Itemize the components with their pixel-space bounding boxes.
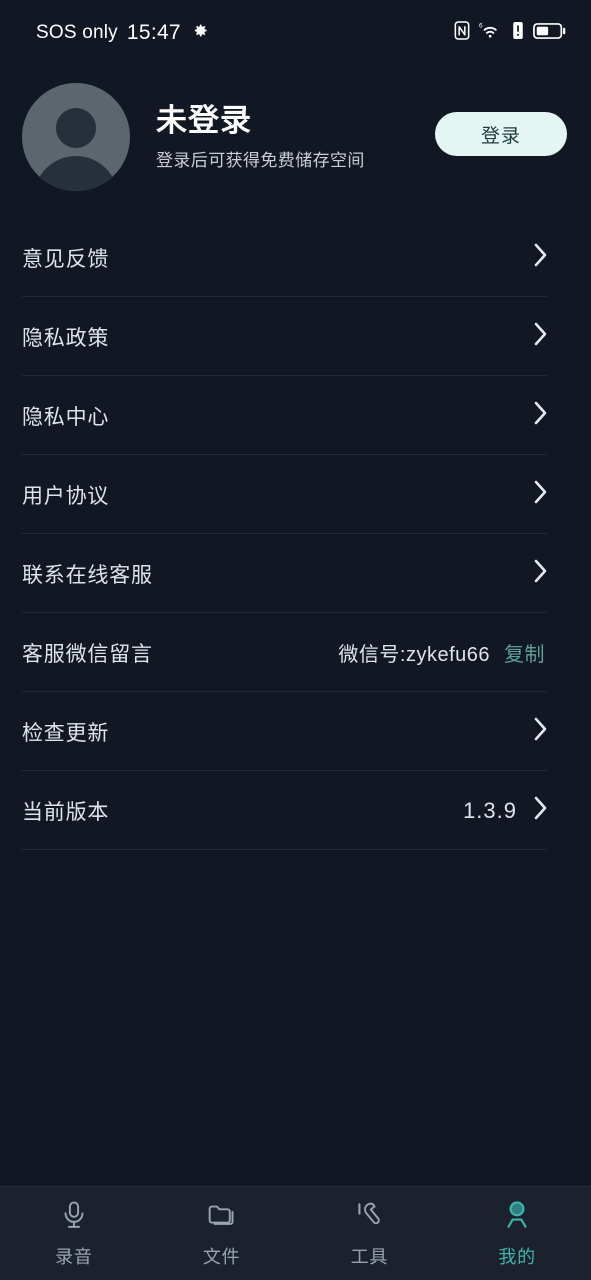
chevron-right-icon	[533, 400, 549, 431]
login-button[interactable]: 登录	[435, 112, 567, 156]
menu-row-user-agreement[interactable]: 用户协议	[22, 455, 569, 534]
svg-text:6: 6	[479, 23, 483, 30]
settings-menu-list: 意见反馈 隐私政策 隐私中心 用户协议 联系在线客服 客服微信留言 微信号:zy…	[0, 218, 591, 850]
microphone-icon	[58, 1199, 90, 1236]
menu-row-label: 用户协议	[22, 484, 110, 508]
battery-icon	[533, 22, 567, 45]
copy-button[interactable]: 复制	[504, 638, 545, 667]
profile-text-block: 未登录 登录后可获得免费储存空间	[156, 103, 435, 171]
menu-row-label: 隐私政策	[22, 326, 110, 350]
status-bar-left: SOS only 15:47	[36, 21, 209, 45]
status-bar: SOS only 15:47 6	[0, 0, 591, 66]
avatar-body-shape	[34, 156, 118, 191]
menu-row-check-update[interactable]: 检查更新	[22, 692, 569, 771]
app-root: SOS only 15:47 6 未登录 登录后可获得免费储存空间 登录 意见反…	[0, 0, 591, 1280]
menu-row-label: 意见反馈	[22, 247, 110, 271]
tab-files[interactable]: 文件	[148, 1187, 296, 1280]
nfc-icon	[454, 21, 470, 45]
wechat-id-value: 微信号:zykefu66	[338, 644, 490, 666]
tab-label: 工具	[350, 1246, 389, 1267]
carrier-label: SOS only	[36, 22, 118, 43]
status-bar-right: 6	[454, 21, 567, 45]
menu-row-privacy-policy[interactable]: 隐私政策	[22, 297, 569, 376]
gear-icon[interactable]	[190, 21, 209, 45]
tab-label: 文件	[202, 1246, 241, 1267]
tab-recording[interactable]: 录音	[0, 1187, 148, 1280]
menu-row-wechat-message[interactable]: 客服微信留言 微信号:zykefu66 复制	[22, 613, 569, 692]
menu-row-feedback[interactable]: 意见反馈	[22, 218, 569, 297]
tab-label: 录音	[55, 1246, 93, 1267]
avatar-head-shape	[56, 108, 96, 148]
menu-row-contact-support[interactable]: 联系在线客服	[22, 534, 569, 613]
chevron-right-icon	[533, 242, 549, 273]
profile-name: 未登录	[156, 102, 252, 138]
chevron-right-icon	[533, 321, 549, 352]
menu-row-label: 当前版本	[22, 800, 110, 824]
chevron-right-icon	[533, 795, 549, 826]
tab-mine[interactable]: 我的	[443, 1187, 591, 1280]
version-value: 1.3.9	[463, 797, 517, 823]
menu-row-label: 联系在线客服	[22, 563, 153, 587]
folder-icon	[206, 1199, 238, 1236]
chevron-right-icon	[533, 479, 549, 510]
menu-row-current-version[interactable]: 当前版本 1.3.9	[22, 771, 569, 850]
menu-row-privacy-center[interactable]: 隐私中心	[22, 376, 569, 455]
menu-row-label: 客服微信留言	[22, 642, 153, 666]
avatar[interactable]	[22, 83, 130, 191]
bottom-tab-bar: 录音 文件 工具 我的	[0, 1186, 591, 1280]
signal-alert-icon	[512, 21, 524, 45]
profile-subtitle: 登录后可获得免费储存空间	[156, 150, 365, 170]
tab-tools[interactable]: 工具	[296, 1187, 444, 1280]
menu-row-label: 隐私中心	[22, 405, 110, 429]
wifi-6-icon: 6	[479, 21, 503, 45]
wrench-icon	[353, 1199, 385, 1236]
menu-row-label: 检查更新	[22, 721, 110, 745]
chevron-right-icon	[533, 716, 549, 747]
tab-label: 我的	[498, 1246, 536, 1267]
clock-label: 15:47	[126, 21, 181, 44]
person-icon	[501, 1199, 533, 1236]
chevron-right-icon	[533, 558, 549, 589]
profile-header: 未登录 登录后可获得免费储存空间 登录	[0, 66, 591, 208]
